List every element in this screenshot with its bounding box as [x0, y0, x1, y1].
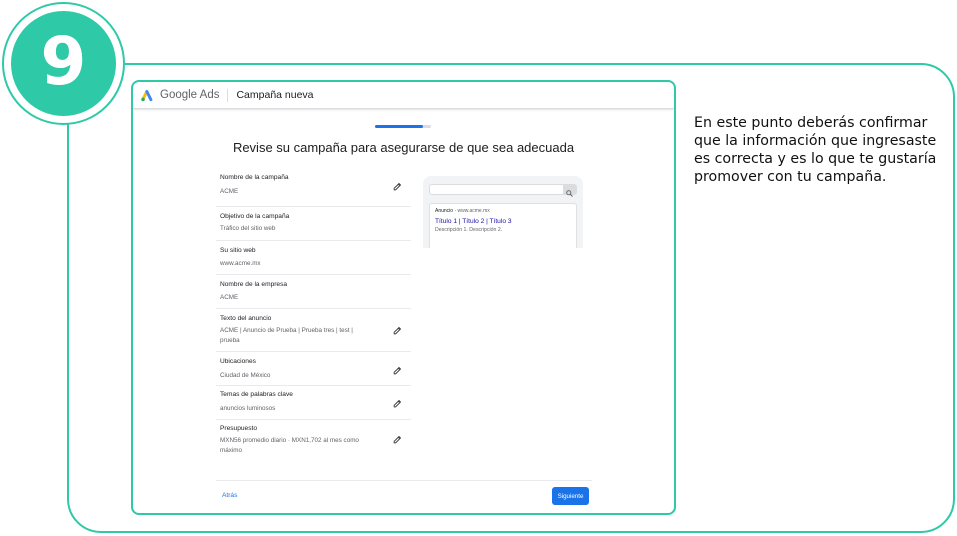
item-label: Presupuesto [220, 425, 258, 432]
review-item-budget: Presupuesto MXN56 promedio diario · MXN1… [216, 420, 411, 460]
pencil-icon[interactable] [393, 182, 402, 191]
pencil-icon[interactable] [393, 326, 402, 335]
step-number: 9 [40, 22, 87, 100]
review-item-campaign-name: Nombre de la campaña ACME [216, 174, 411, 207]
item-label: Texto del anuncio [220, 315, 272, 322]
google-ads-logo-icon [141, 90, 153, 102]
progress-bar [375, 125, 431, 128]
footer-divider [216, 480, 592, 481]
review-item-objective: Objetivo de la campaña Tráfico del sitio… [216, 207, 411, 241]
item-value: Ciudad de México [220, 372, 271, 379]
review-heading: Revise su campaña para asegurarse de que… [232, 140, 575, 155]
preview-search-bar [429, 184, 577, 197]
header-divider [227, 88, 229, 102]
item-label: Temas de palabras clave [220, 391, 293, 398]
progress-fill [375, 125, 423, 128]
ads-header: Google Ads Campaña nueva [133, 82, 674, 109]
ad-headline: Título 1 | Título 2 | Título 3 [435, 218, 512, 225]
pencil-icon[interactable] [393, 366, 402, 375]
ad-label: Anuncio [435, 208, 454, 214]
review-item-keyword-themes: Temas de palabras clave anuncios luminos… [216, 386, 411, 420]
item-label: Su sitio web [220, 247, 256, 254]
item-value: ACME [220, 294, 239, 301]
ad-preview: Anuncio · www.acme.mx Título 1 | Título … [423, 176, 583, 248]
ads-screenshot: Google Ads Campaña nueva Revise su campa… [131, 80, 676, 515]
pencil-icon[interactable] [393, 399, 402, 408]
preview-search-button [563, 185, 576, 197]
ad-description: Descripción 1. Descripción 2. [435, 227, 503, 233]
item-value: ACME [220, 188, 239, 195]
pencil-icon[interactable] [393, 435, 402, 444]
item-value: MXN56 promedio diario · MXN1,702 al mes … [220, 437, 359, 454]
page-title: Campaña nueva [236, 89, 314, 101]
item-label: Ubicaciones [220, 358, 256, 365]
step-description: En este punto deberás confirmar que la i… [694, 115, 937, 185]
step-badge-fill: 9 [11, 11, 116, 116]
review-item-locations: Ubicaciones Ciudad de México [216, 352, 411, 386]
review-item-website: Su sitio web www.acme.mx [216, 241, 411, 275]
back-button[interactable]: Atrás [222, 492, 237, 499]
item-value: Tráfico del sitio web [220, 225, 276, 232]
preview-ad-result: Anuncio · www.acme.mx Título 1 | Título … [429, 203, 577, 248]
review-list: Nombre de la campaña ACME Objetivo de la… [216, 174, 411, 460]
search-icon [566, 190, 573, 197]
item-label: Nombre de la campaña [220, 174, 289, 181]
item-label: Objetivo de la campaña [220, 213, 290, 220]
item-value: ACME | Anuncio de Prueba | Prueba tres |… [220, 327, 353, 344]
step-badge: 9 [2, 2, 125, 125]
review-item-ad-text: Texto del anuncio ACME | Anuncio de Prue… [216, 309, 411, 352]
preview-meta: Anuncio · www.acme.mx [435, 208, 490, 214]
review-item-business-name: Nombre de la empresa ACME [216, 275, 411, 309]
item-label: Nombre de la empresa [220, 281, 288, 288]
item-value: www.acme.mx [220, 260, 261, 267]
item-value: anuncios luminosos [220, 405, 276, 412]
ad-url: www.acme.mx [457, 208, 490, 214]
ads-brand: Google Ads [160, 89, 220, 101]
next-button[interactable]: Siguiente [552, 487, 589, 505]
